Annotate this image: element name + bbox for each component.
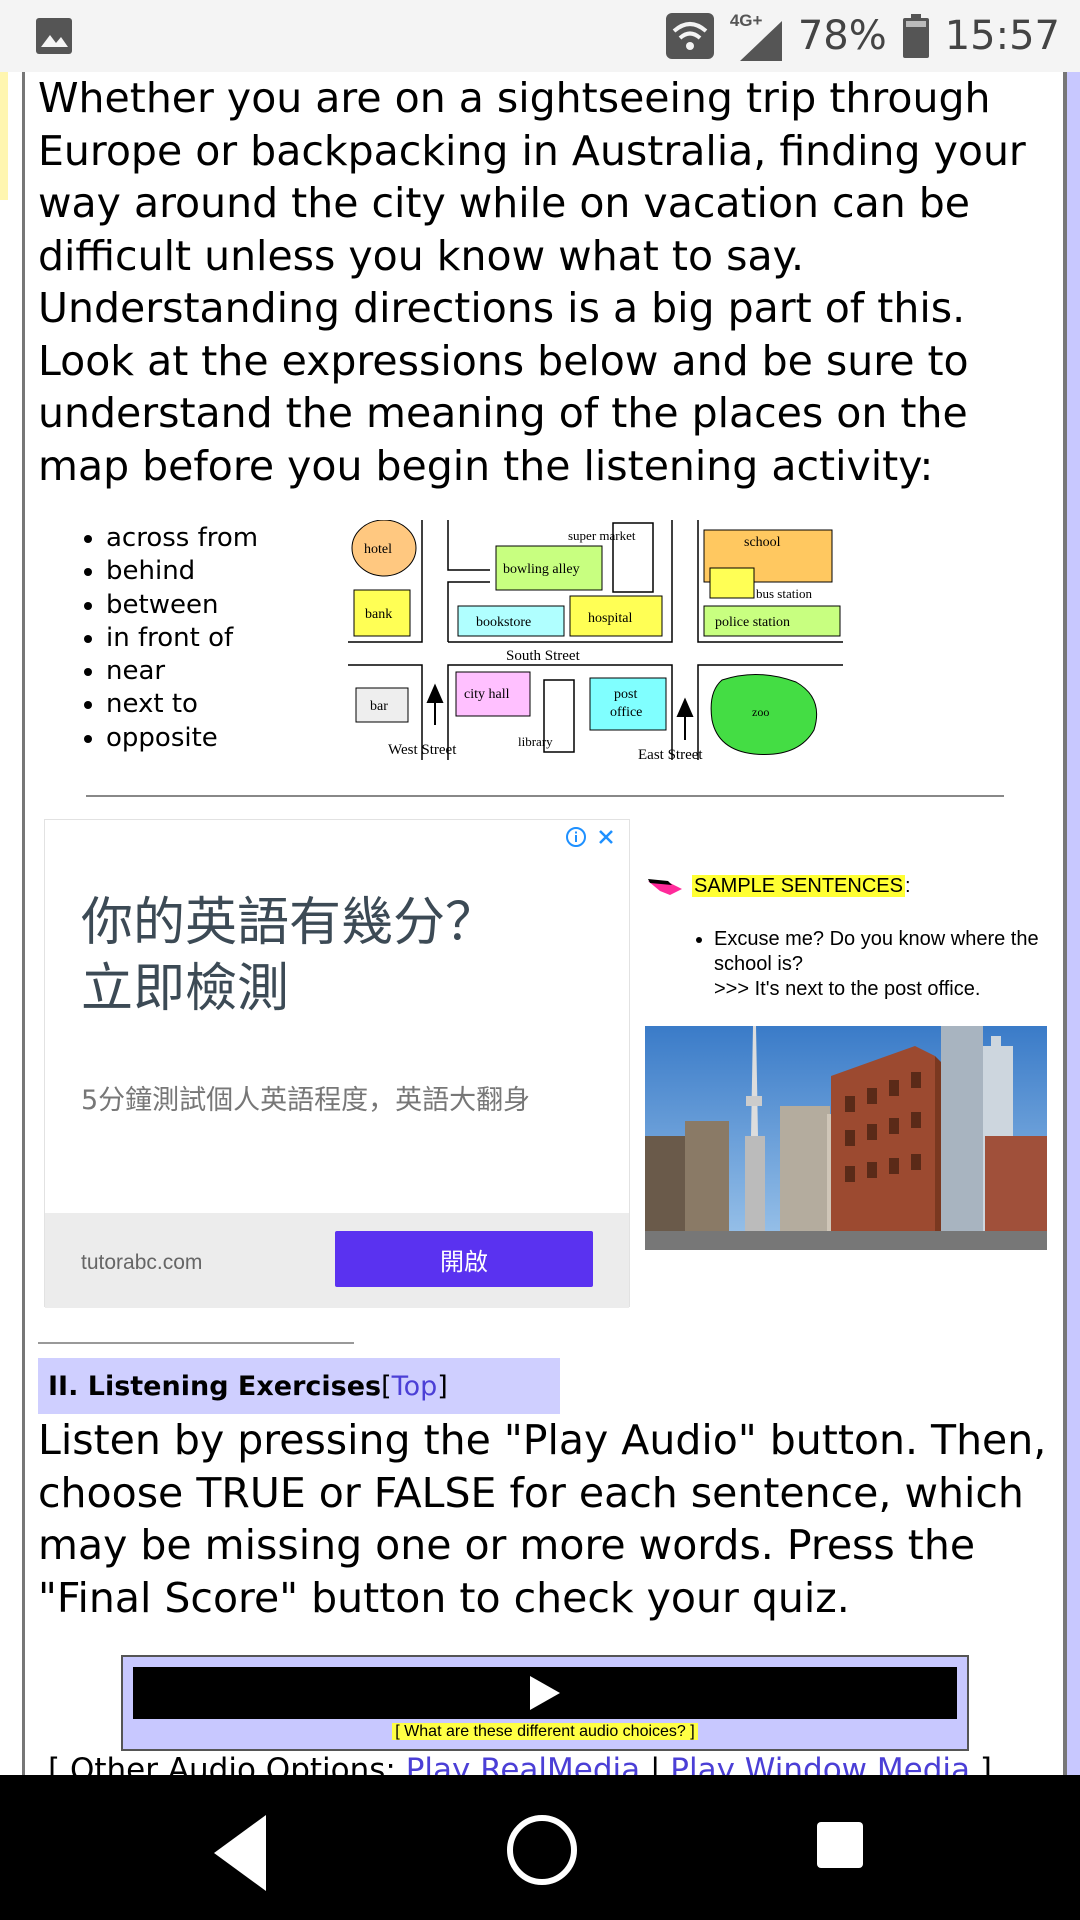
- map-label: bus station: [756, 586, 812, 601]
- map-arrow-east: [676, 697, 694, 740]
- wifi-icon: [665, 13, 714, 59]
- map-label: South Street: [506, 648, 581, 664]
- advertisement[interactable]: 你的英語有幾分？ 立即檢測 5分鐘測試個人英語程度，英語大翻身 tutorabc…: [44, 819, 630, 1308]
- divider: [86, 795, 1004, 797]
- play-windows-media-link[interactable]: Play Window Media: [670, 1752, 970, 1775]
- map-label: East Street: [638, 747, 703, 760]
- battery-percent: 78%: [797, 13, 887, 59]
- audio-help-link[interactable]: [ What are these different audio choices…: [392, 1723, 698, 1740]
- ad-content[interactable]: 你的英語有幾分？ 立即檢測 5分鐘測試個人英語程度，英語大翻身: [45, 820, 629, 1213]
- frame-border-left: [22, 72, 25, 1775]
- ad-footer: tutorabc.com 開啟: [45, 1213, 629, 1308]
- map-label: zoo: [752, 705, 769, 719]
- ad-info-icon[interactable]: [565, 826, 587, 848]
- section-heading: II. Listening Exercises [Top]: [38, 1358, 560, 1414]
- sample-sentences-list: Excuse me? Do you know where the school …: [684, 927, 1080, 1002]
- map-buildings: [351, 520, 841, 755]
- ad-controls: [565, 826, 617, 848]
- other-audio-suffix: ]: [970, 1752, 992, 1775]
- list-item: Excuse me? Do you know where the school …: [714, 927, 1080, 1002]
- sample-sentences-heading: SAMPLE SENTENCES:: [648, 875, 911, 898]
- map-label: bar: [370, 699, 388, 714]
- clock: 15:57: [944, 13, 1060, 59]
- recents-icon[interactable]: [817, 1822, 863, 1868]
- map-label: hotel: [364, 542, 392, 557]
- map-label: hospital: [588, 611, 632, 626]
- map-label: police station: [715, 615, 790, 630]
- sample-question: Excuse me? Do you know where the school …: [714, 928, 1039, 975]
- battery-icon: [902, 14, 929, 58]
- map-label: city hall: [464, 687, 510, 702]
- audio-help: [ What are these different audio choices…: [123, 1723, 967, 1741]
- play-realmedia-link[interactable]: Play RealMedia: [406, 1752, 640, 1775]
- map-arrow-west: [426, 683, 444, 725]
- map-label: school: [744, 535, 781, 550]
- map-label: bank: [365, 607, 392, 622]
- map-bus-station: [709, 567, 755, 599]
- other-audio-prefix: [ Other Audio Options:: [48, 1752, 406, 1775]
- map-label: post: [614, 687, 637, 702]
- signal-icon: [739, 21, 782, 61]
- ad-headline[interactable]: 你的英語有幾分？ 立即檢測: [81, 890, 497, 1022]
- list-item: next to: [106, 688, 258, 721]
- map-label: bowling alley: [503, 562, 580, 577]
- ad-description[interactable]: 5分鐘測試個人英語程度，英語大翻身: [81, 1078, 530, 1117]
- top-link[interactable]: Top: [392, 1371, 438, 1402]
- map-label: library: [518, 734, 553, 749]
- divider: [38, 1342, 354, 1344]
- list-item: in front of: [106, 622, 258, 655]
- pointer-hand-icon: [648, 878, 682, 895]
- bracket-open: [: [381, 1370, 392, 1402]
- intro-paragraph: Whether you are on a sightseeing trip th…: [38, 74, 1026, 490]
- ad-open-button[interactable]: 開啟: [335, 1231, 593, 1287]
- sample-colon: :: [904, 875, 911, 897]
- other-audio-options: [ Other Audio Options: Play RealMedia | …: [48, 1752, 992, 1775]
- scroll-highlight: [0, 72, 8, 200]
- audio-player: [ What are these different audio choices…: [121, 1655, 969, 1751]
- map-post-office: [589, 677, 667, 731]
- ad-domain[interactable]: tutorabc.com: [81, 1251, 202, 1275]
- back-icon[interactable]: [214, 1815, 266, 1891]
- map-label: bookstore: [476, 615, 531, 630]
- play-icon[interactable]: [528, 1674, 562, 1712]
- home-icon[interactable]: [507, 1815, 577, 1885]
- frame-side-strip: [1067, 72, 1080, 1775]
- audio-player-bar[interactable]: [133, 1667, 957, 1719]
- gallery-icon: [36, 18, 72, 54]
- sample-answer: >>> It's next to the post office.: [714, 978, 981, 1000]
- list-item: near: [106, 655, 258, 688]
- list-item: across from: [106, 522, 258, 555]
- navigation-bar: [0, 1775, 1080, 1920]
- ad-headline-line2: 立即檢測: [81, 959, 290, 1019]
- list-item: between: [106, 589, 258, 622]
- map-label: West Street: [388, 742, 457, 758]
- map-label: super market: [568, 528, 636, 543]
- map-label: office: [610, 705, 642, 720]
- ad-close-icon[interactable]: [595, 826, 617, 848]
- section-title: II. Listening Exercises: [48, 1370, 382, 1402]
- city-photo: [645, 1026, 1047, 1250]
- expressions-list: across from behind between in front of n…: [72, 522, 258, 755]
- list-item: behind: [106, 555, 258, 588]
- web-page[interactable]: Whether you are on a sightseeing trip th…: [0, 72, 1080, 1775]
- signal-indicator: 4G+: [730, 11, 782, 61]
- bracket-close: ]: [437, 1370, 448, 1402]
- instructions-paragraph: Listen by pressing the "Play Audio" butt…: [38, 1416, 1047, 1622]
- ad-headline-line1: 你的英語有幾分？: [81, 893, 498, 953]
- sample-sentences-label: SAMPLE SENTENCES: [692, 875, 905, 897]
- city-map: hotel bank super market bowling alley bo…: [348, 520, 843, 760]
- list-item: opposite: [106, 722, 258, 755]
- link-separator: |: [640, 1752, 671, 1775]
- status-bar: 4G+ 78% 15:57: [0, 0, 1080, 72]
